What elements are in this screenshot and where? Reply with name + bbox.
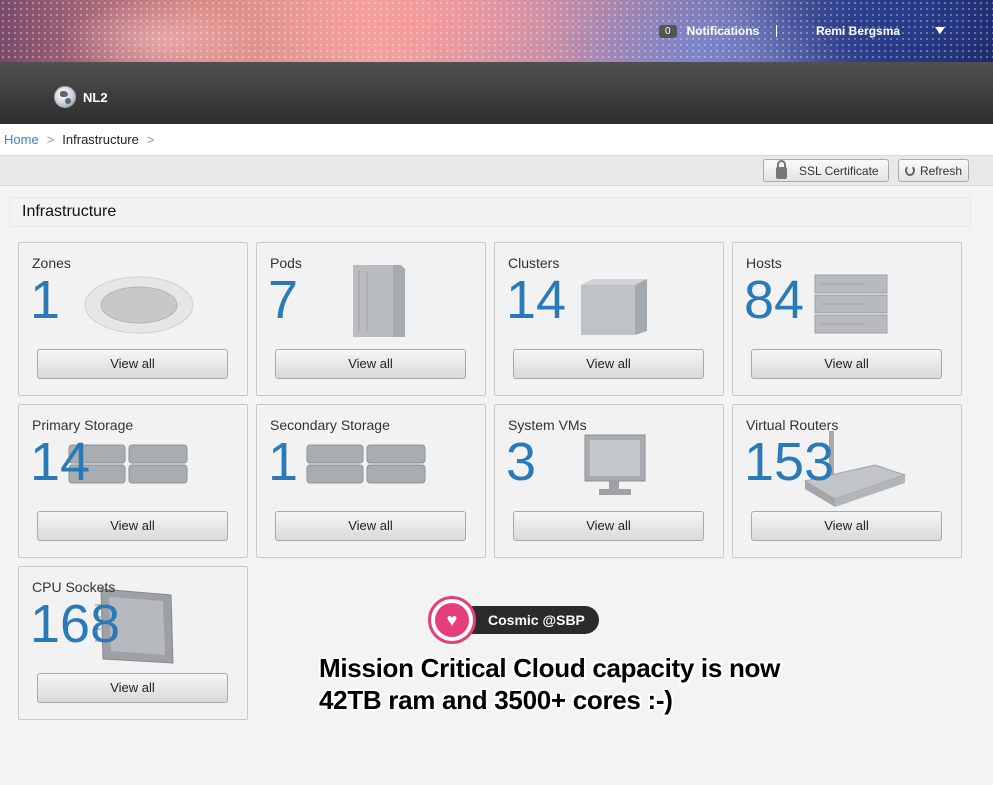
zone-selector[interactable]: NL2 [54,86,108,108]
card-count: 1 [30,270,61,330]
card-virtual-routers: Virtual Routers 153 View all [732,404,962,558]
card-system-vms: System VMs 3 View all [494,404,724,558]
zone-name: NL2 [83,89,108,105]
card-pods: Pods 7 View all [256,242,486,396]
pod-rack-icon [353,265,405,337]
globe-icon [54,86,76,108]
view-all-primary-storage-button[interactable]: View all [37,511,228,541]
breadcrumb: Home > Infrastructure > [0,124,993,156]
notifications-count-badge: 0 [659,24,677,38]
user-menu-name[interactable]: Remi Bergsma [816,24,900,38]
card-count: 1 [268,432,299,492]
navbar [0,62,993,124]
cosmic-logo-icon: ♥ [428,596,476,644]
host-server-icon [814,274,888,334]
view-all-clusters-button[interactable]: View all [513,349,704,379]
card-primary-storage: Primary Storage 14 View all [18,404,248,558]
card-cpu-sockets: CPU Sockets 168 View all [18,566,248,720]
breadcrumb-separator: > [146,132,155,147]
lock-icon [776,159,787,179]
card-count: 14 [506,270,567,330]
card-secondary-storage: Secondary Storage 1 View all [256,404,486,558]
notifications-label: Notifications [686,24,760,38]
view-all-zones-button[interactable]: View all [37,349,228,379]
zone-icon [84,276,194,334]
ssl-certificate-label: SSL Certificate [799,163,879,178]
view-all-pods-button[interactable]: View all [275,349,466,379]
toolbar: SSL Certificate Refresh [0,156,993,186]
breadcrumb-current: Infrastructure [62,132,139,147]
cosmic-brand-label: Cosmic @SBP [468,606,599,634]
header-separator [776,25,777,37]
view-all-hosts-button[interactable]: View all [751,349,942,379]
card-clusters: Clusters 14 View all [494,242,724,396]
caption-line-1: Mission Critical Cloud capacity is now [319,653,781,683]
refresh-label: Refresh [919,163,962,178]
view-all-system-vms-button[interactable]: View all [513,511,704,541]
view-all-virtual-routers-button[interactable]: View all [751,511,942,541]
card-hosts: Hosts 84 View all [732,242,962,396]
card-count: 14 [30,432,91,492]
caption-line-2: 42TB ram and 3500+ cores :-) [319,685,673,715]
page-title: Infrastructure [9,197,971,227]
card-count: 3 [506,432,537,492]
view-all-secondary-storage-button[interactable]: View all [275,511,466,541]
refresh-button[interactable]: Refresh [898,159,969,182]
card-count: 168 [30,594,121,654]
overlay-caption: Mission Critical Cloud capacity is now 4… [319,652,780,716]
notifications-button[interactable]: 0 Notifications [659,24,759,38]
refresh-icon [905,165,915,176]
card-count: 84 [744,270,805,330]
card-count: 7 [268,270,299,330]
user-menu-caret-icon[interactable] [935,27,945,34]
cosmic-brand-badge: ♥ Cosmic @SBP [428,596,599,644]
card-count: 153 [744,432,835,492]
cluster-cube-icon [581,279,647,335]
card-zones: Zones 1 View all [18,242,248,396]
monitor-icon [584,434,646,495]
ssl-certificate-button[interactable]: SSL Certificate [763,159,889,182]
breadcrumb-separator: > [46,132,55,147]
heart-icon: ♥ [446,610,458,630]
secondary-storage-icon [306,444,426,484]
view-all-cpu-sockets-button[interactable]: View all [37,673,228,703]
breadcrumb-home-link[interactable]: Home [4,132,39,147]
